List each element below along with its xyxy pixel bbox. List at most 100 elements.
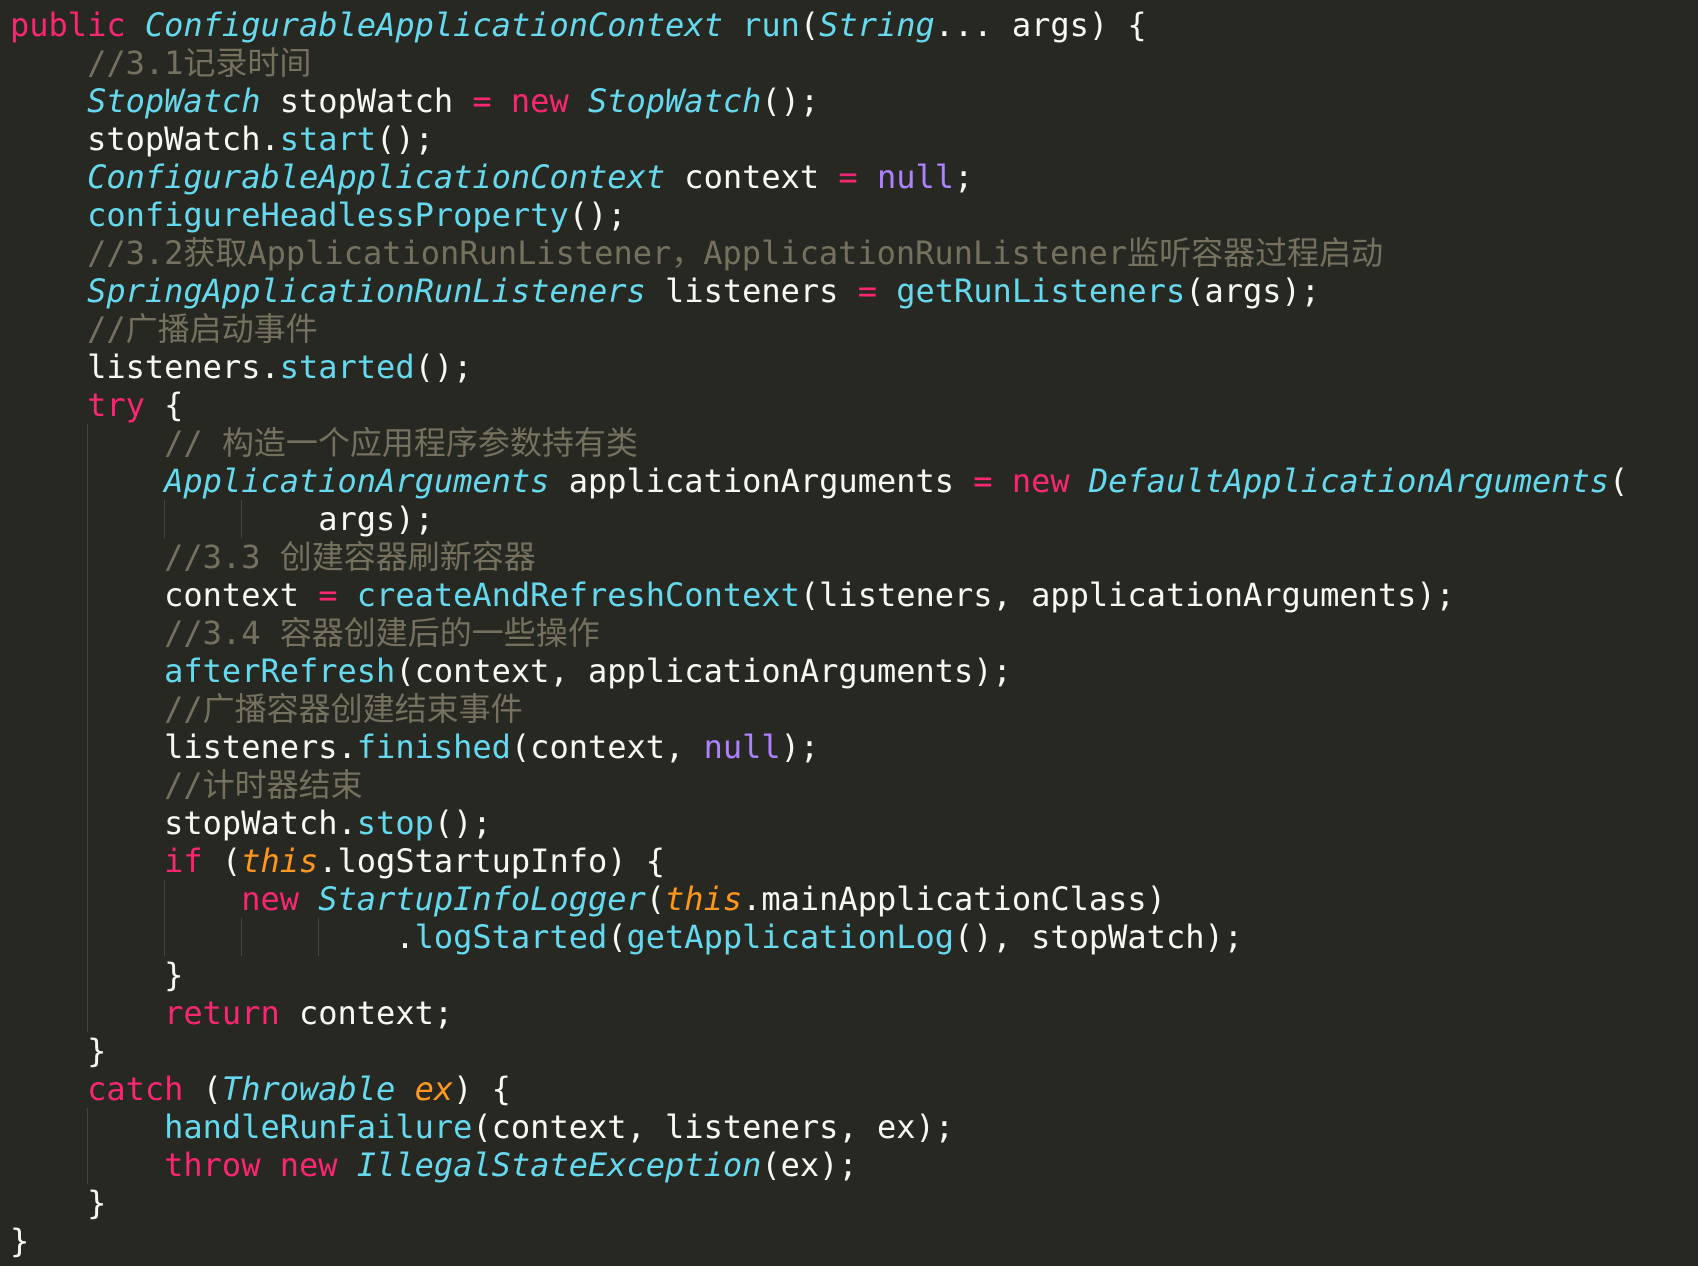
plain-token: (); [761, 82, 820, 120]
indent-guide [87, 994, 89, 1032]
code-line: //广播容器创建结束事件 [10, 690, 1698, 728]
type-token: Throwable [221, 1070, 396, 1108]
indent-guide [318, 918, 320, 956]
code-line: configureHeadlessProperty(); [10, 196, 1698, 234]
code-line: new StartupInfoLogger(this.mainApplicati… [10, 880, 1698, 918]
indent-guide [164, 880, 166, 918]
constant-token: null [703, 728, 781, 766]
indent-guide [87, 1108, 89, 1146]
method-token: getApplicationLog [626, 918, 955, 956]
this-token: this [241, 842, 319, 880]
code-line: } [10, 1032, 1698, 1070]
plain-token: (), stopWatch); [954, 918, 1243, 956]
code-line: stopWatch.start(); [10, 120, 1698, 158]
code-line: //3.2获取ApplicationRunListener，Applicatio… [10, 234, 1698, 272]
plain-token: { [144, 386, 184, 424]
plain-token: ( [1609, 462, 1629, 500]
indent-guide [164, 500, 166, 538]
code-line: .logStarted(getApplicationLog(), stopWat… [10, 918, 1698, 956]
code-line: catch (Throwable ex) { [10, 1070, 1698, 1108]
plain-token: stopWatch. [164, 804, 357, 842]
code-lines: public ConfigurableApplicationContext ru… [10, 6, 1698, 1260]
code-line: SpringApplicationRunListeners listeners … [10, 272, 1698, 310]
plain-token: (); [376, 120, 434, 158]
plain-token: .logStartupInfo) { [318, 842, 666, 880]
code-line: } [10, 956, 1698, 994]
code-line: //3.3 创建容器刷新容器 [10, 538, 1698, 576]
plain-token: ( [183, 1070, 222, 1108]
plain-token: (); [414, 348, 473, 386]
plain-token: listeners. [164, 728, 357, 766]
keyword-token: throw [164, 1146, 261, 1184]
comment-token: //广播启动事件 [87, 310, 318, 348]
comment-token: // 构造一个应用程序参数持有类 [164, 424, 638, 462]
indent-guide [87, 690, 89, 728]
method-token: getRunListeners [896, 272, 1186, 310]
op-token: = [318, 576, 338, 614]
keyword-token: catch [87, 1070, 184, 1108]
indent-guide [87, 462, 89, 500]
plain-token: } [87, 1184, 107, 1222]
keyword-token: if [164, 842, 203, 880]
plain-token: . [395, 918, 415, 956]
indent-guide [87, 804, 89, 842]
type-token: SpringApplicationRunListeners [87, 272, 646, 310]
keyword-token: new [1011, 462, 1070, 500]
comment-token: //广播容器创建结束事件 [164, 690, 523, 728]
keyword-token: return [164, 994, 280, 1032]
plain-token: context [164, 576, 319, 614]
plain-token: } [10, 1222, 30, 1260]
indent-guide [87, 1146, 89, 1184]
plain-token: } [164, 956, 184, 994]
code-line: } [10, 1184, 1698, 1222]
code-line: context = createAndRefreshContext(listen… [10, 576, 1698, 614]
code-line: //3.1记录时间 [10, 44, 1698, 82]
plain-token: ( [645, 880, 666, 918]
comment-token: //计时器结束 [164, 766, 363, 804]
plain-token: ( [202, 842, 242, 880]
code-line: afterRefresh(context, applicationArgumen… [10, 652, 1698, 690]
type-token: ConfigurableApplicationContext [87, 158, 666, 196]
method-token: finished [356, 728, 511, 766]
code-line: ApplicationArguments applicationArgument… [10, 462, 1698, 500]
code-line: args); [10, 500, 1698, 538]
plain-token: args); [318, 500, 434, 538]
code-line: stopWatch.stop(); [10, 804, 1698, 842]
comment-token: //3.2获取ApplicationRunListener，Applicatio… [87, 234, 1384, 272]
method-token: logStarted [414, 918, 608, 956]
plain-token: (args); [1185, 272, 1321, 310]
code-line: //广播启动事件 [10, 310, 1698, 348]
plain-token: ( [607, 918, 627, 956]
code-line: // 构造一个应用程序参数持有类 [10, 424, 1698, 462]
code-line: //3.4 容器创建后的一些操作 [10, 614, 1698, 652]
type-token: DefaultApplicationArguments [1088, 462, 1610, 500]
plain-token: stopWatch. [87, 120, 280, 158]
type-token: String [819, 6, 935, 44]
op-token: = [857, 272, 877, 310]
plain-token: context; [279, 994, 454, 1032]
plain-token: (listeners, applicationArguments); [799, 576, 1455, 614]
keyword-token: new [279, 1146, 338, 1184]
indent-guide [87, 766, 89, 804]
code-editor[interactable]: public ConfigurableApplicationContext ru… [0, 0, 1698, 1266]
method-token: configureHeadlessProperty [87, 196, 569, 234]
type-token: IllegalStateException [356, 1146, 762, 1184]
indent-guide [241, 500, 243, 538]
plain-token: context [665, 158, 839, 196]
plain-token: (context, applicationArguments); [395, 652, 1012, 690]
indent-guide [87, 538, 89, 576]
code-line: handleRunFailure(context, listeners, ex)… [10, 1108, 1698, 1146]
plain-token: stopWatch [260, 82, 473, 120]
op-token: = [973, 462, 993, 500]
